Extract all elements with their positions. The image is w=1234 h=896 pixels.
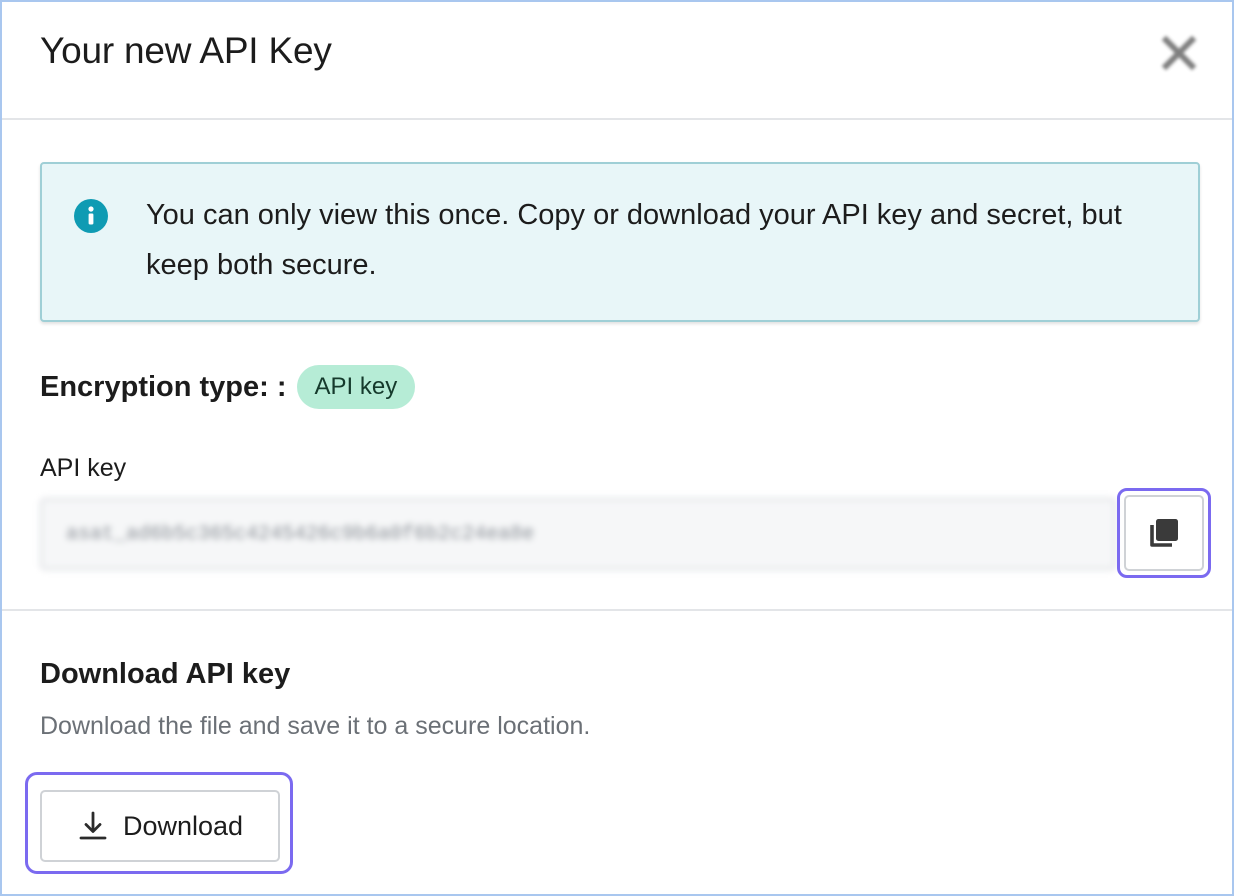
download-icon xyxy=(79,811,107,840)
info-notice: You can only view this once. Copy or dow… xyxy=(40,162,1200,322)
notice-text: You can only view this once. Copy or dow… xyxy=(146,199,1122,281)
download-description: Download the file and save it to a secur… xyxy=(40,712,591,740)
encryption-type-badge: API key xyxy=(296,365,416,409)
api-key-modal: Your new API Key You can only view this … xyxy=(0,0,1234,896)
api-key-input[interactable] xyxy=(40,498,1116,570)
info-icon xyxy=(74,199,108,233)
copy-icon xyxy=(1150,519,1178,547)
close-icon xyxy=(1161,35,1197,71)
copy-button[interactable] xyxy=(1124,495,1204,571)
download-button[interactable]: Download xyxy=(40,790,280,862)
close-button[interactable] xyxy=(1154,28,1204,78)
modal-header: Your new API Key xyxy=(2,2,1232,120)
download-button-label: Download xyxy=(122,810,244,841)
encryption-type-label: Encryption type: : xyxy=(40,370,287,403)
api-key-label: API key xyxy=(40,454,127,482)
download-heading: Download API key xyxy=(40,658,291,690)
modal-title: Your new API Key xyxy=(40,30,332,71)
encryption-type-row: Encryption type: : API key xyxy=(40,364,416,410)
section-divider xyxy=(2,609,1232,611)
